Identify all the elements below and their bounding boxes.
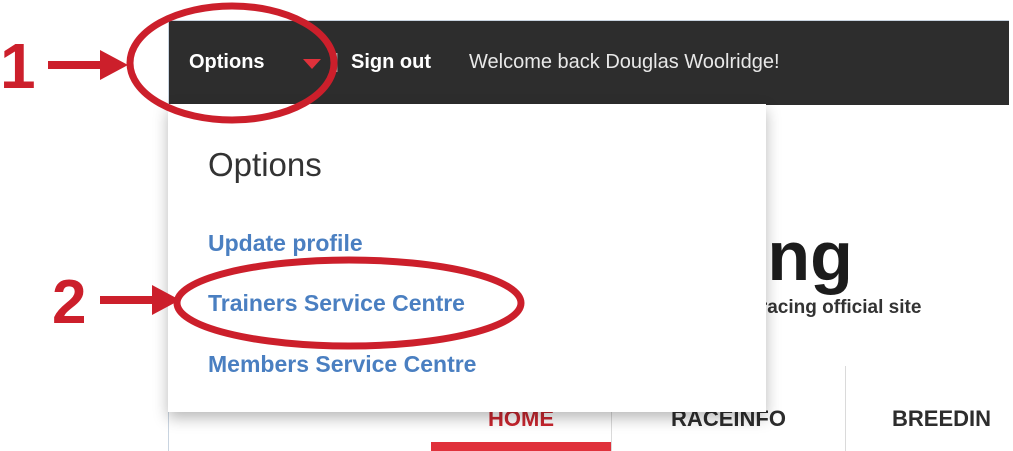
- highlight-circle-options: [126, 2, 338, 124]
- step-1-label: 1: [0, 30, 36, 102]
- highlight-circle-trainers: [173, 256, 525, 350]
- annotation-overlay: 1 2: [0, 2, 525, 350]
- step-2-label: 2: [52, 268, 86, 337]
- arrow-right-icon: [48, 50, 128, 80]
- arrow-right-icon: [100, 285, 180, 315]
